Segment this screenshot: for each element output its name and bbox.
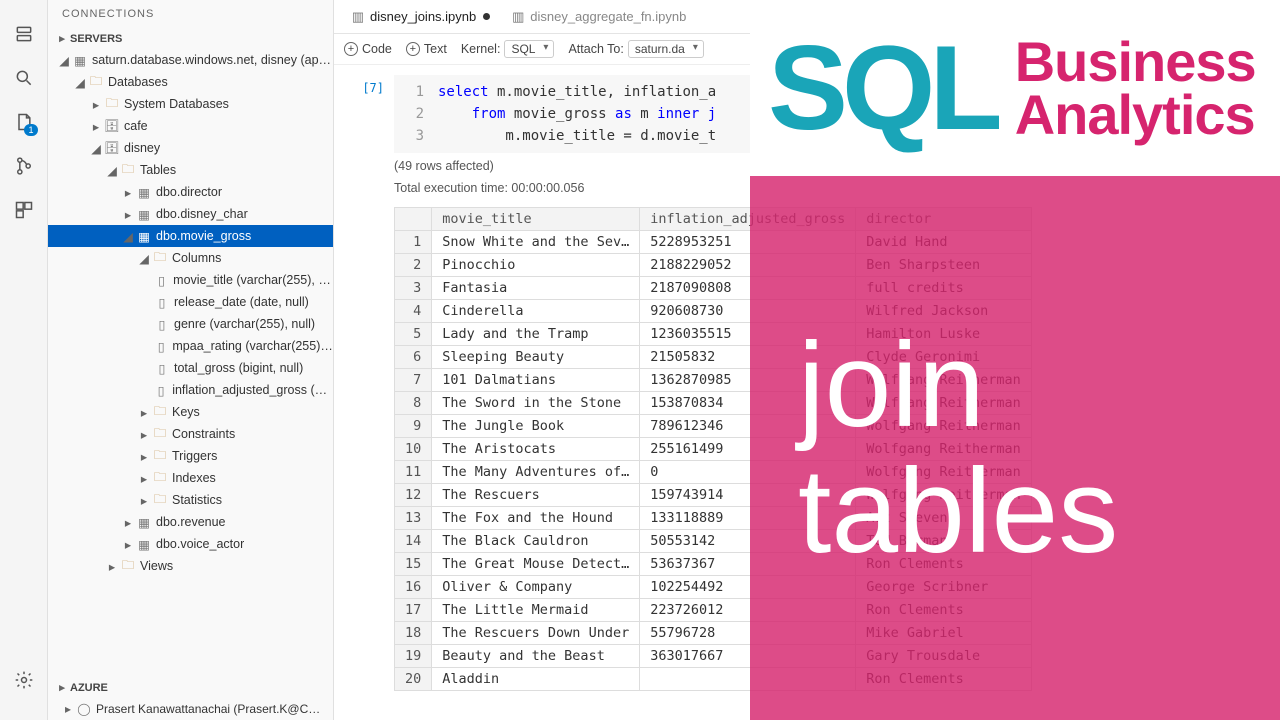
table-director[interactable]: ▸▦dbo.director — [48, 181, 333, 203]
col-release-date[interactable]: ▯release_date (date, null) — [48, 291, 333, 313]
source-control-icon[interactable] — [12, 154, 36, 178]
db-disney[interactable]: ◢🗄disney — [48, 137, 333, 159]
col-movie-title[interactable]: ▯movie_title (varchar(255), null) — [48, 269, 333, 291]
system-databases[interactable]: ▸🗀System Databases — [48, 93, 333, 115]
databases-folder[interactable]: ◢🗀Databases — [48, 71, 333, 93]
azure-account[interactable]: ▸◯Prasert Kanawattanachai (Prasert.K@C… — [48, 698, 333, 720]
tables-folder[interactable]: ◢🗀Tables — [48, 159, 333, 181]
triggers-folder[interactable]: ▸🗀Triggers — [48, 445, 333, 467]
notebook-icon[interactable]: 1 — [12, 110, 36, 134]
table-disney-char[interactable]: ▸▦dbo.disney_char — [48, 203, 333, 225]
cell-prompt: [7] — [338, 75, 394, 153]
server-node[interactable]: ◢▦saturn.database.windows.net, disney (a… — [48, 49, 333, 71]
settings-icon[interactable] — [12, 668, 36, 692]
unsaved-dot-icon — [483, 13, 490, 20]
title-overlay: SQL BusinessAnalytics — [750, 0, 1280, 176]
db-cafe[interactable]: ▸🗄cafe — [48, 115, 333, 137]
server-icon[interactable] — [12, 22, 36, 46]
col-infl-gross[interactable]: ▯inflation_adjusted_gross (bigin… — [48, 379, 333, 401]
subtitle-overlay: jointables — [750, 176, 1280, 720]
plus-icon: + — [344, 42, 358, 56]
azure-section[interactable]: ▸AZURE — [48, 677, 333, 698]
connections-sidebar: CONNECTIONS ▸SERVERS ◢▦saturn.database.w… — [48, 0, 334, 720]
activity-bar: 1 — [0, 0, 48, 720]
columns-folder[interactable]: ◢🗀Columns — [48, 247, 333, 269]
plus-icon: + — [406, 42, 420, 56]
sidebar-title: CONNECTIONS — [48, 0, 333, 28]
col-header[interactable]: movie_title — [432, 208, 640, 231]
add-code-button[interactable]: +Code — [344, 42, 392, 56]
table-movie-gross[interactable]: ◢▦dbo.movie_gross — [48, 225, 333, 247]
attach-selector[interactable]: Attach To: saturn.da — [568, 40, 703, 58]
keys-folder[interactable]: ▸🗀Keys — [48, 401, 333, 423]
col-mpaa[interactable]: ▯mpaa_rating (varchar(255), null) — [48, 335, 333, 357]
kernel-selector[interactable]: Kernel: SQL — [461, 40, 555, 58]
add-text-button[interactable]: +Text — [406, 42, 447, 56]
tab-disney-joins[interactable]: ▥disney_joins.ipynb — [340, 0, 500, 34]
statistics-folder[interactable]: ▸🗀Statistics — [48, 489, 333, 511]
tab-disney-aggregate[interactable]: ▥disney_aggregate_fn.ipynb — [500, 0, 696, 34]
servers-section[interactable]: ▸SERVERS — [48, 28, 333, 49]
views-folder[interactable]: ▸🗀Views — [48, 555, 333, 577]
search-icon[interactable] — [12, 66, 36, 90]
extensions-icon[interactable] — [12, 198, 36, 222]
indexes-folder[interactable]: ▸🗀Indexes — [48, 467, 333, 489]
col-genre[interactable]: ▯genre (varchar(255), null) — [48, 313, 333, 335]
table-revenue[interactable]: ▸▦dbo.revenue — [48, 511, 333, 533]
table-voice-actor[interactable]: ▸▦dbo.voice_actor — [48, 533, 333, 555]
col-total-gross[interactable]: ▯total_gross (bigint, null) — [48, 357, 333, 379]
constraints-folder[interactable]: ▸🗀Constraints — [48, 423, 333, 445]
server-tree: ◢▦saturn.database.windows.net, disney (a… — [48, 49, 333, 677]
